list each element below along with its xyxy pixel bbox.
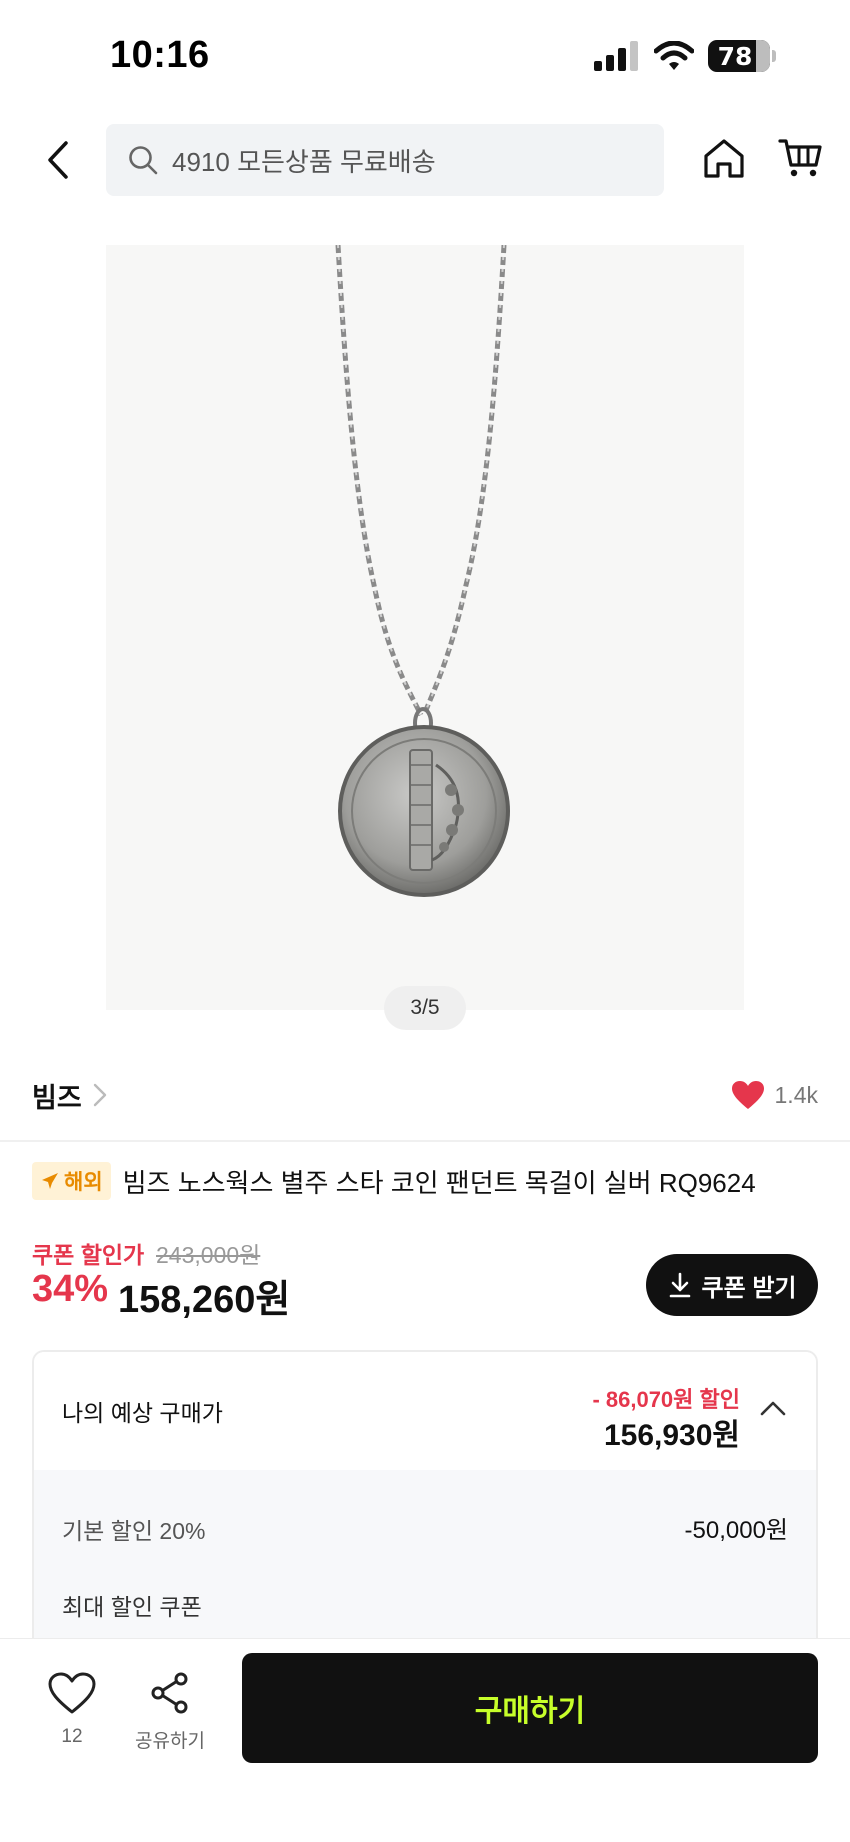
cart-icon	[778, 139, 822, 177]
product-image[interactable]	[106, 245, 744, 1010]
status-bar: 10:16 78	[0, 0, 850, 110]
original-price: 243,000원	[156, 1242, 261, 1268]
chevron-left-icon	[48, 141, 68, 179]
search-input[interactable]: 4910 모든상품 무료배송	[106, 124, 664, 196]
search-placeholder: 4910 모든상품 무료배송	[172, 146, 436, 177]
coupon-price-label: 쿠폰 할인가	[32, 1242, 145, 1268]
price-block: 쿠폰 할인가 243,000원 34% 158,260원 쿠폰 받기	[32, 1232, 818, 1342]
image-page-indicator: 3/5	[384, 986, 466, 1030]
expected-price-label: 나의 예상 구매가	[62, 1400, 223, 1426]
get-coupon-button[interactable]: 쿠폰 받기	[646, 1254, 818, 1316]
discount-rate: 34%	[32, 1268, 109, 1310]
necklace-illustration	[335, 245, 510, 897]
status-time: 10:16	[110, 34, 210, 76]
heart-filled-icon	[731, 1081, 764, 1109]
share-label: 공유하기	[135, 1731, 205, 1752]
expected-price-toggle[interactable]: 나의 예상 구매가 - 86,070원 할인 156,930원	[34, 1352, 816, 1470]
base-discount-value: -50,000원	[684, 1517, 788, 1544]
brand-row: 빔즈 1.4k	[32, 1070, 818, 1120]
header: 4910 모든상품 무료배송	[0, 118, 850, 202]
sale-price: 158,260원	[118, 1279, 291, 1321]
wifi-icon	[654, 41, 694, 70]
heart-outline-icon	[48, 1672, 96, 1714]
divider	[0, 1140, 850, 1142]
brand-name: 빔즈	[32, 1082, 82, 1113]
expected-price: 156,930원	[603, 1419, 740, 1452]
battery-icon: 78	[708, 40, 770, 72]
wishlist-count: 12	[61, 1726, 83, 1747]
max-coupon-label: 최대 할인 쿠폰	[62, 1594, 202, 1620]
overseas-badge: 해외	[32, 1162, 111, 1200]
battery-level: 78	[717, 42, 753, 71]
share-icon	[151, 1672, 188, 1714]
likes-count: 1.4k	[774, 1081, 818, 1108]
wishlist-button[interactable]: 12	[40, 1671, 104, 1748]
expected-price-card: 나의 예상 구매가 - 86,070원 할인 156,930원 기본 할인 20…	[32, 1350, 818, 1650]
product-title: 빔즈 노스웍스 별주 스타 코인 팬던트 목걸이 실버 RQ9624	[122, 1167, 756, 1198]
share-button[interactable]: 공유하기	[130, 1671, 210, 1753]
cart-button[interactable]	[770, 128, 830, 188]
overseas-badge-label: 해외	[64, 1171, 103, 1194]
search-icon	[129, 146, 158, 175]
cellular-signal-icon	[594, 41, 638, 71]
expected-breakdown: 기본 할인 20% -50,000원 최대 할인 쿠폰	[34, 1470, 816, 1650]
home-button[interactable]	[694, 128, 754, 188]
chevron-right-icon	[93, 1083, 106, 1107]
title-row: 해외 빔즈 노스웍스 별주 스타 코인 팬던트 목걸이 실버 RQ9624	[32, 1162, 832, 1200]
bottom-action-bar: 12 공유하기 구매하기	[0, 1638, 850, 1842]
airplane-icon	[42, 1173, 58, 1189]
get-coupon-label: 쿠폰 받기	[701, 1274, 797, 1302]
brand-link[interactable]: 빔즈	[32, 1076, 108, 1115]
status-icons: 78	[594, 40, 776, 72]
back-button[interactable]	[28, 130, 88, 190]
buy-button[interactable]: 구매하기	[242, 1653, 818, 1763]
likes[interactable]: 1.4k	[731, 1080, 818, 1110]
home-icon	[704, 139, 744, 178]
download-icon	[669, 1272, 690, 1298]
base-discount-label: 기본 할인 20%	[62, 1518, 206, 1544]
chevron-up-icon	[760, 1401, 786, 1416]
